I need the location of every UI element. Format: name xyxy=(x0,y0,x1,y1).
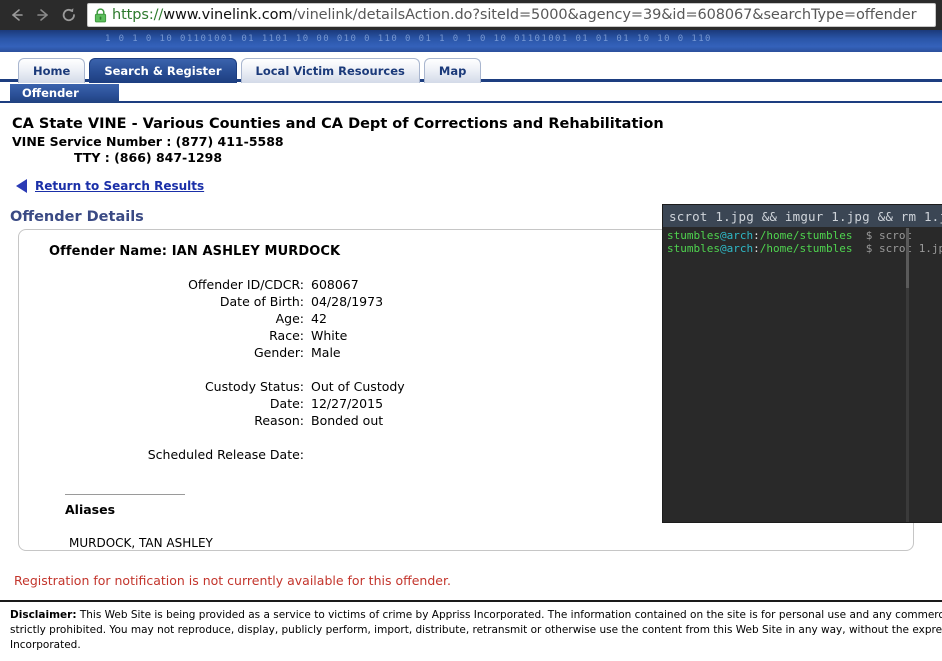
field-value-custody-date: 12/27/2015 xyxy=(311,396,384,411)
table-row: Age: 42 xyxy=(19,311,405,328)
field-label-custody-date: Date: xyxy=(269,396,304,411)
reload-icon[interactable] xyxy=(56,2,82,28)
forward-arrow-icon[interactable] xyxy=(30,2,56,28)
field-label-race: Race: xyxy=(269,328,304,343)
vine-service-number: VINE Service Number : (877) 411-5588 xyxy=(12,134,284,149)
back-arrow-icon[interactable] xyxy=(4,2,30,28)
disclaimer-label: Disclaimer: xyxy=(10,609,77,621)
terminal-output: stumbles@arch:/home/stumbles $ scrot stu… xyxy=(663,227,942,255)
terminal-colon: : xyxy=(753,229,760,242)
field-value-date-of-birth: 04/28/1973 xyxy=(311,294,384,309)
terminal-path: /home/stumbles xyxy=(759,229,853,242)
url-text: https://www.vinelink.com/vinelink/detail… xyxy=(112,7,917,23)
table-row: Race: White xyxy=(19,328,405,345)
registration-notice: Registration for notification is not cur… xyxy=(14,573,451,588)
terminal-line: stumbles@arch:/home/stumbles $ scrot 1.j… xyxy=(667,241,942,256)
page-header: CA State VINE - Various Counties and CA … xyxy=(0,103,942,193)
field-value-offender-id: 608067 xyxy=(311,277,359,292)
browser-toolbar: https://www.vinelink.com/vinelink/detail… xyxy=(0,0,942,30)
banner-binary-text: 1 0 1 0 10 01101001 01 1101 10 00 010 0 … xyxy=(105,34,712,44)
field-label-date-of-birth: Date of Birth: xyxy=(219,294,304,309)
aliases-divider xyxy=(65,494,185,495)
url-bar[interactable]: https://www.vinelink.com/vinelink/detail… xyxy=(87,3,936,27)
offender-name-value: IAN ASHLEY MURDOCK xyxy=(171,244,341,259)
field-value-race: White xyxy=(311,328,348,343)
field-value-age: 42 xyxy=(311,311,327,326)
terminal-colon: : xyxy=(753,241,760,255)
terminal-prompt: $ xyxy=(865,229,873,242)
return-link-label[interactable]: Return to Search Results xyxy=(35,179,204,193)
tab-map[interactable]: Map xyxy=(423,58,482,83)
subtab-bar: Offender xyxy=(0,82,942,103)
url-host: www.vinelink.com xyxy=(163,7,293,23)
terminal-scrollbar-thumb[interactable] xyxy=(906,228,909,288)
field-label-gender: Gender: xyxy=(253,345,304,360)
field-value-custody-reason: Bonded out xyxy=(311,413,384,428)
subtab-offender[interactable]: Offender xyxy=(10,84,119,103)
field-label-custody-status: Custody Status: xyxy=(204,379,304,394)
tab-search-register[interactable]: Search & Register xyxy=(89,58,237,83)
terminal-host: @arch xyxy=(719,229,754,242)
table-row: Custody Status: Out of Custody xyxy=(19,379,405,396)
table-row: Offender ID/CDCR: 608067 xyxy=(19,277,405,294)
table-row: Date: 12/27/2015 xyxy=(19,396,405,413)
spacer-row xyxy=(19,362,405,379)
terminal-prompt: $ xyxy=(865,241,873,255)
site-banner: 1 0 1 0 10 01101001 01 1101 10 00 010 0 … xyxy=(0,30,942,52)
padlock-icon xyxy=(94,7,107,22)
tab-local-victim-resources[interactable]: Local Victim Resources xyxy=(240,58,420,83)
terminal-user: stumbles xyxy=(667,241,720,255)
url-scheme: https:// xyxy=(112,7,164,23)
terminal-title-bar: scrot 1.jpg && imgur 1.jpg && rm 1.jpg xyxy=(663,205,942,227)
back-triangle-icon xyxy=(16,179,27,193)
offender-name-label: Offender Name: xyxy=(49,244,168,259)
tab-home[interactable]: Home xyxy=(18,58,86,83)
field-value-scheduled-release-date xyxy=(311,447,405,464)
table-row: Date of Birth: 04/28/1973 xyxy=(19,294,405,311)
terminal-user: stumbles xyxy=(667,229,720,242)
terminal-host: @arch xyxy=(719,241,754,255)
url-path: /vinelink/detailsAction.do?siteId=5000&a… xyxy=(292,7,917,23)
page-title: CA State VINE - Various Counties and CA … xyxy=(12,116,664,132)
field-label-age: Age: xyxy=(275,311,304,326)
offender-field-table: Offender ID/CDCR: 608067 Date of Birth: … xyxy=(19,277,405,464)
field-value-custody-status: Out of Custody xyxy=(311,379,405,394)
main-nav-tabs: Home Search & Register Local Victim Reso… xyxy=(0,52,942,83)
table-row: Gender: Male xyxy=(19,345,405,362)
return-to-search-results[interactable]: Return to Search Results xyxy=(16,179,942,193)
table-row: Reason: Bonded out xyxy=(19,413,405,430)
disclaimer-text: Disclaimer: This Web Site is being provi… xyxy=(0,602,942,661)
list-item: MURDOCK, TAN ASHLEY xyxy=(69,536,213,550)
spacer-row xyxy=(19,430,405,447)
page-footer: Disclaimer: This Web Site is being provi… xyxy=(0,600,942,661)
vine-tty-number: TTY : (866) 847-1298 xyxy=(74,150,223,165)
terminal-path: /home/stumbles xyxy=(759,241,853,255)
field-label-custody-reason: Reason: xyxy=(254,413,304,428)
terminal-window[interactable]: scrot 1.jpg && imgur 1.jpg && rm 1.jpg s… xyxy=(663,205,942,522)
terminal-command: scrot 1.jpg && xyxy=(878,241,942,255)
field-value-gender: Male xyxy=(311,345,341,360)
field-label-offender-id: Offender ID/CDCR: xyxy=(188,277,304,292)
disclaimer-body: This Web Site is being provided as a ser… xyxy=(10,609,942,651)
table-row: Scheduled Release Date: xyxy=(19,447,405,464)
field-label-scheduled-release-date: Scheduled Release Date: xyxy=(147,447,304,462)
